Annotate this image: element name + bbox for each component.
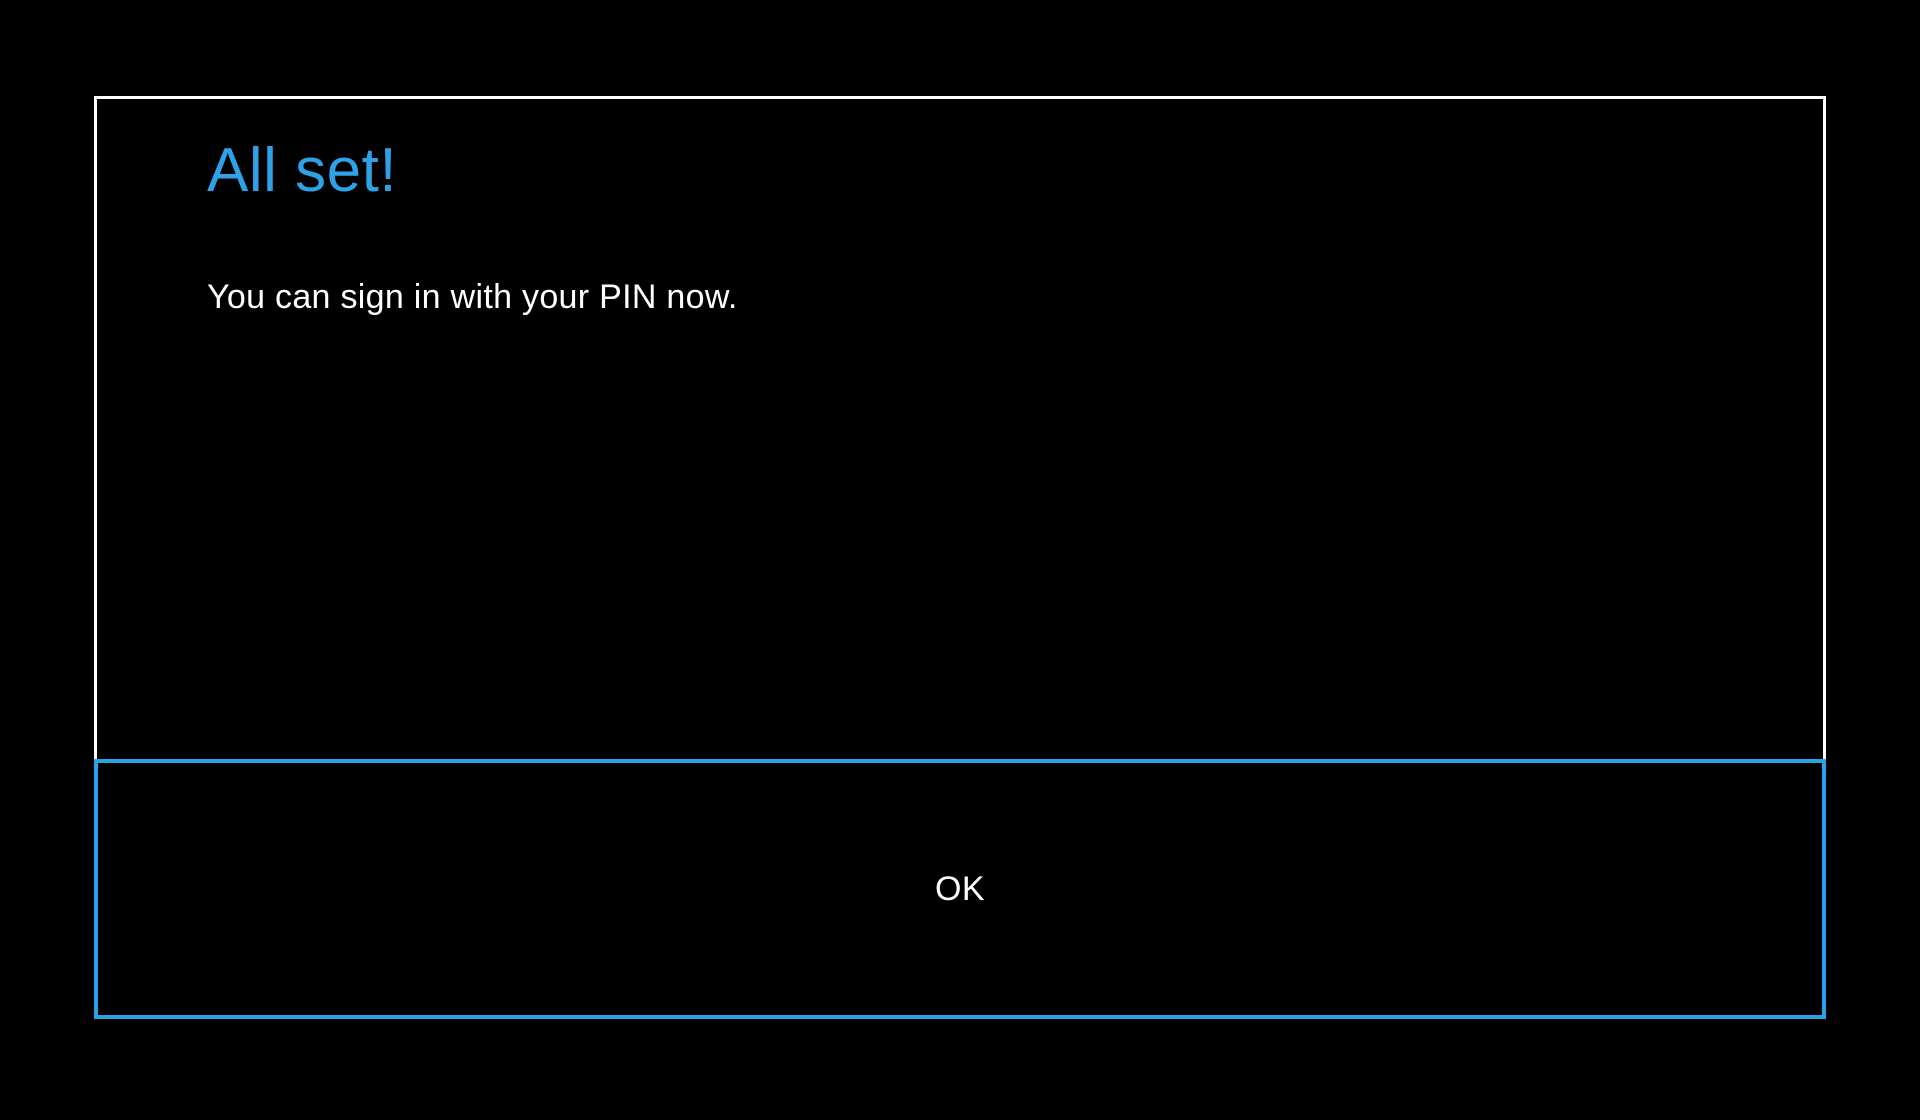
dialog-content-area: All set! You can sign in with your PIN n…: [97, 99, 1823, 759]
dialog-title: All set!: [207, 135, 1713, 206]
dialog-message: You can sign in with your PIN now.: [207, 278, 1713, 317]
confirmation-dialog: All set! You can sign in with your PIN n…: [94, 96, 1826, 1019]
ok-button-label: OK: [935, 870, 985, 909]
ok-button[interactable]: OK: [94, 759, 1826, 1019]
